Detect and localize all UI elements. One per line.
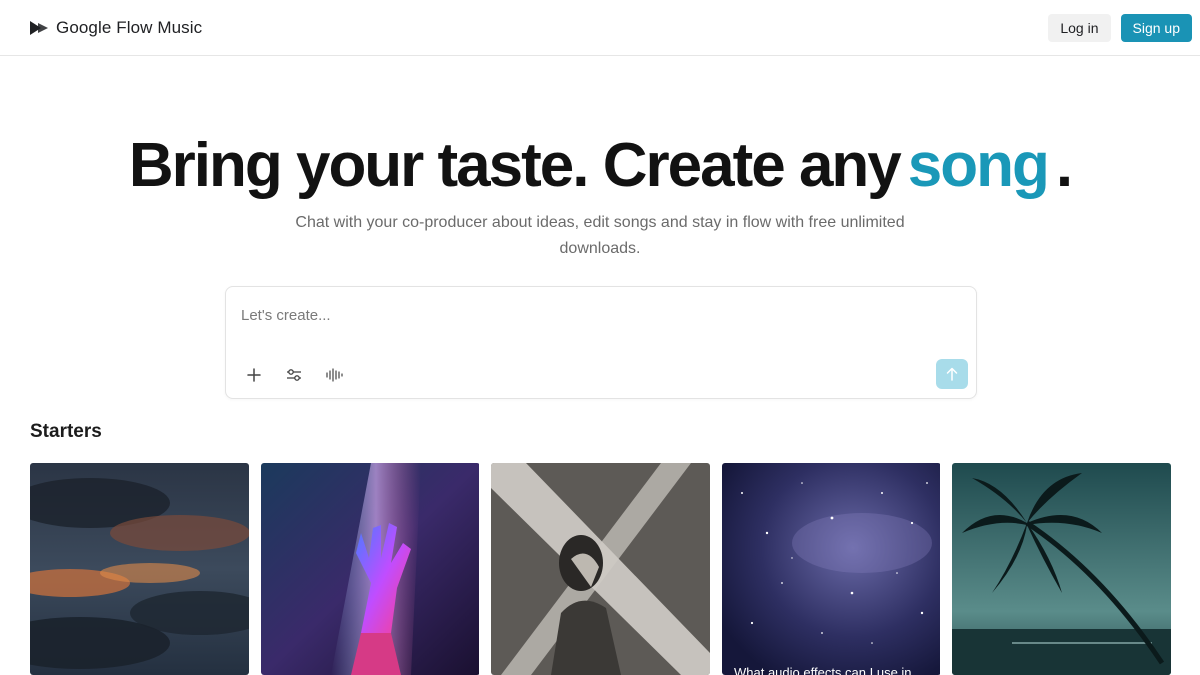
- sliders-icon: [287, 369, 301, 381]
- starter-card-palm-tree[interactable]: [952, 463, 1171, 675]
- flow-logo-icon: [30, 20, 48, 35]
- sunset-clouds-image: [30, 463, 249, 675]
- audio-input-button[interactable]: [322, 363, 346, 387]
- settings-button[interactable]: [282, 363, 306, 387]
- prompt-input[interactable]: [241, 303, 941, 327]
- login-button[interactable]: Log in: [1048, 13, 1111, 42]
- hero-subtitle: Chat with your co-producer about ideas, …: [295, 214, 905, 257]
- brand-name: Google Flow Music: [56, 17, 203, 37]
- starter-card-starry-sky[interactable]: What audio effects can I use in: [722, 463, 941, 675]
- plus-icon: [247, 368, 261, 382]
- hero-title-period: .: [1055, 131, 1073, 200]
- starry-sky-image: [722, 463, 940, 675]
- starters-grid: What audio effects can I use in: [30, 463, 1171, 675]
- prompt-box: [225, 286, 977, 399]
- hero-title-text: Bring your taste. Create any: [128, 131, 902, 200]
- brand[interactable]: Google Flow Music: [30, 18, 202, 38]
- starter-card-light-beam[interactable]: [491, 463, 710, 675]
- neon-hand-image: [261, 463, 479, 675]
- palm-tree-sea-image: [952, 463, 1171, 675]
- starters-heading: Starters: [30, 421, 102, 442]
- starter-card-neon-hand[interactable]: [261, 463, 480, 675]
- send-button[interactable]: [936, 359, 968, 389]
- arrow-up-icon: [946, 367, 958, 381]
- starter-card-sunset[interactable]: [30, 463, 249, 675]
- starter-card-caption: What audio effects can I use in: [734, 665, 912, 675]
- woman-light-beam-image: [491, 463, 710, 675]
- waveform-icon: [326, 368, 343, 382]
- hero-title-accent: song: [907, 131, 1050, 200]
- signup-button[interactable]: Sign up: [1120, 13, 1192, 42]
- auth-actions: Log in Sign up: [1048, 13, 1192, 42]
- add-attachment-button[interactable]: [242, 363, 266, 387]
- top-bar: Google Flow Music Log in Sign up: [0, 0, 1200, 56]
- hero-title: Bring your taste. Create any song.: [0, 128, 1200, 204]
